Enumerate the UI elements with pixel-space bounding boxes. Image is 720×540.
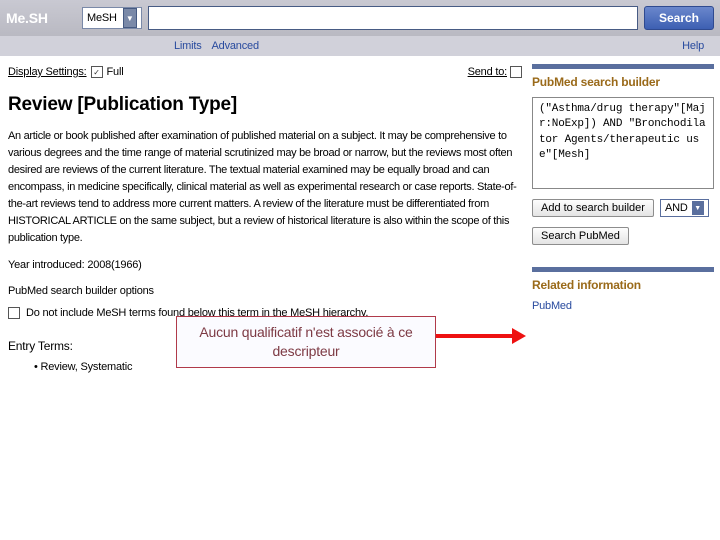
boolean-operator-value: AND bbox=[665, 202, 688, 214]
search-input[interactable] bbox=[148, 6, 638, 30]
builder-options-title: PubMed search builder options bbox=[8, 285, 522, 297]
search-pubmed-button[interactable]: Search PubMed bbox=[532, 227, 629, 245]
display-mode: Full bbox=[107, 66, 124, 78]
send-to-label: Send to: bbox=[468, 66, 507, 78]
description-text: An article or book published after exami… bbox=[8, 128, 522, 247]
side-column: PubMed search builder ("Asthma/drug ther… bbox=[530, 56, 720, 377]
limits-link[interactable]: Limits bbox=[174, 40, 202, 52]
search-builder-textarea[interactable]: ("Asthma/drug therapy"[Majr:NoExp]) AND … bbox=[532, 97, 714, 189]
checkbox-icon bbox=[8, 307, 20, 319]
display-settings-label: Display Settings: bbox=[8, 66, 87, 78]
help-link[interactable]: Help bbox=[682, 40, 704, 52]
search-button[interactable]: Search bbox=[644, 6, 714, 30]
advanced-link[interactable]: Advanced bbox=[212, 40, 259, 52]
annotation-arrow bbox=[436, 330, 526, 342]
related-info-title: Related information bbox=[532, 278, 714, 292]
checkbox-icon: ✓ bbox=[91, 66, 103, 78]
related-pubmed-link[interactable]: PubMed bbox=[532, 300, 714, 312]
annotation-callout: Aucun qualificatif n'est associé à ce de… bbox=[176, 316, 436, 368]
arrow-right-icon bbox=[512, 328, 526, 344]
database-select[interactable]: MeSH bbox=[82, 7, 142, 29]
send-to[interactable]: Send to: bbox=[468, 66, 522, 78]
year-introduced: Year introduced: 2008(1966) bbox=[8, 259, 522, 271]
sub-bar: Limits Advanced Help bbox=[0, 36, 720, 56]
builder-panel-title: PubMed search builder bbox=[532, 75, 714, 89]
chevron-down-icon bbox=[510, 66, 522, 78]
boolean-operator-select[interactable]: AND bbox=[660, 199, 709, 217]
panel-divider bbox=[532, 267, 714, 272]
arrow-line-icon bbox=[436, 334, 514, 338]
chevron-down-icon bbox=[692, 201, 704, 215]
display-settings[interactable]: Display Settings: ✓ Full bbox=[8, 66, 123, 78]
mesh-logo: Me.SH bbox=[6, 10, 76, 26]
add-to-builder-button[interactable]: Add to search builder bbox=[532, 199, 654, 217]
database-selected-value: MeSH bbox=[87, 12, 117, 24]
top-bar: Me.SH MeSH Search bbox=[0, 0, 720, 36]
chevron-down-icon bbox=[123, 8, 137, 28]
page-title: Review [Publication Type] bbox=[8, 94, 522, 116]
panel-divider bbox=[532, 64, 714, 69]
